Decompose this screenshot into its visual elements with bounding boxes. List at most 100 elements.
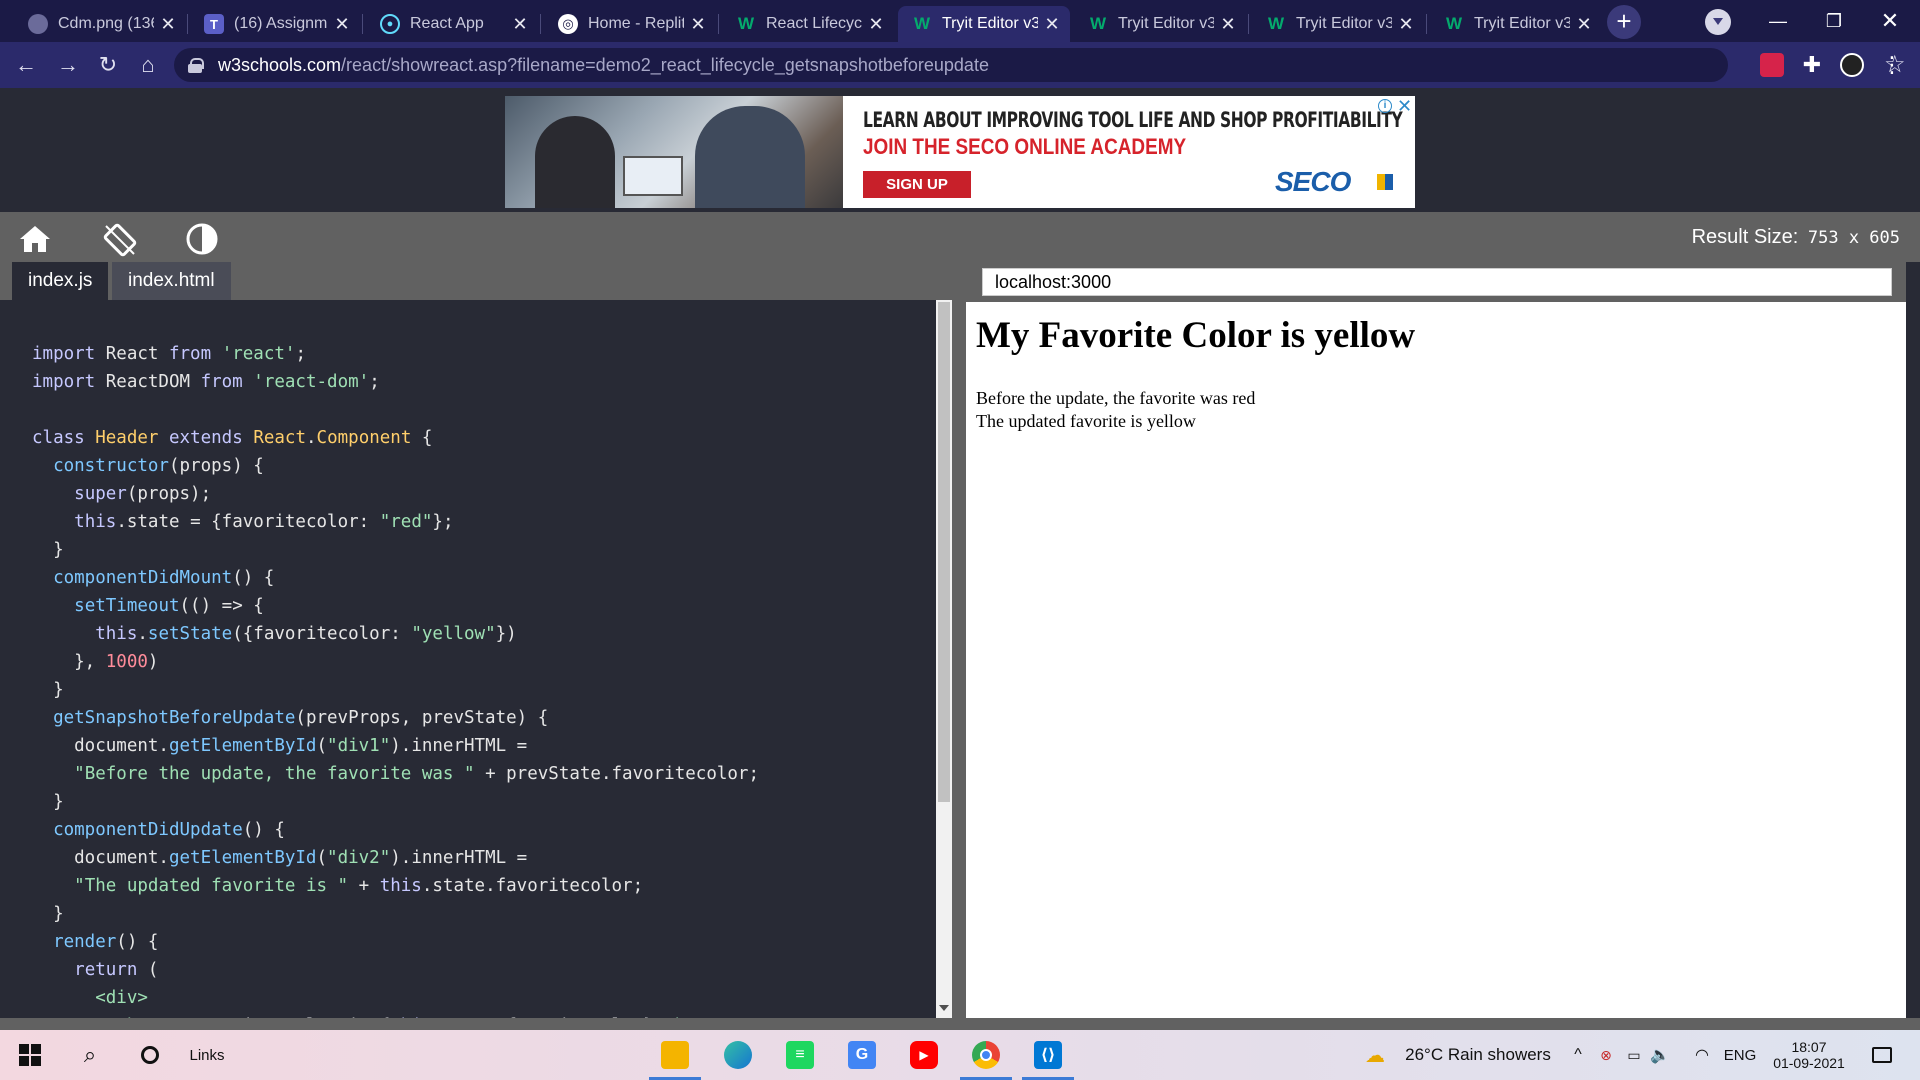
close-tab-icon[interactable]: ✕ xyxy=(160,14,176,35)
clock[interactable]: 18:07 01-09-2021 xyxy=(1764,1030,1854,1080)
tab-separator xyxy=(540,14,541,34)
ad-close-icon[interactable]: ✕ xyxy=(1397,96,1412,117)
home-icon[interactable] xyxy=(18,222,52,256)
tab-index-html[interactable]: index.html xyxy=(112,262,231,300)
translate-icon: G xyxy=(848,1041,876,1069)
folder-icon xyxy=(661,1041,689,1069)
adchoices-info-icon[interactable]: i xyxy=(1378,99,1392,113)
minimize-icon[interactable]: — xyxy=(1750,0,1806,42)
spotify-icon: ≡ xyxy=(786,1041,814,1069)
back-icon[interactable]: ← xyxy=(10,49,42,81)
browser-tab-react-lifecycle[interactable]: W React Lifecycle ✕ xyxy=(722,6,894,42)
close-tab-icon[interactable]: ✕ xyxy=(334,14,350,35)
forward-icon[interactable]: → xyxy=(52,49,84,81)
close-tab-icon[interactable]: ✕ xyxy=(1398,14,1414,35)
ad-logo-mark xyxy=(1377,174,1393,190)
result-address-bar: localhost:3000 xyxy=(982,268,1892,296)
edge-icon xyxy=(724,1041,752,1069)
browser-tab-tryit-active[interactable]: W Tryit Editor v3. ✕ xyxy=(898,6,1070,42)
close-tab-icon[interactable]: ✕ xyxy=(512,14,528,35)
close-tab-icon[interactable]: ✕ xyxy=(1576,14,1592,35)
notifications-icon[interactable] xyxy=(1862,1030,1902,1080)
battery-icon[interactable]: ▭ xyxy=(1622,1030,1646,1080)
taskbar-vscode[interactable]: ⟨⟩ xyxy=(1018,1030,1078,1080)
tab-separator xyxy=(1426,14,1427,34)
w3schools-icon: W xyxy=(1267,14,1285,33)
taskbar-edge[interactable] xyxy=(708,1030,768,1080)
theme-contrast-icon[interactable] xyxy=(185,222,219,256)
browser-menu-icon[interactable]: ⋮ xyxy=(1880,53,1904,77)
home-svg xyxy=(20,226,50,252)
browser-tab-tryit-2[interactable]: W Tryit Editor v3. ✕ xyxy=(1074,6,1246,42)
browser-tab-teams[interactable]: T (16) Assignme ✕ xyxy=(190,6,360,42)
weather-text[interactable]: 26°C Rain showers xyxy=(1398,1030,1558,1080)
advertisement-banner[interactable]: LEARN ABOUT IMPROVING TOOL LIFE AND SHOP… xyxy=(505,96,1415,208)
w3schools-icon: W xyxy=(737,14,755,33)
ad-signup-button[interactable]: SIGN UP xyxy=(863,171,971,198)
url-path: /react/showreact.asp?filename=demo2_reac… xyxy=(341,54,989,75)
ad-photo xyxy=(505,96,843,208)
extensions-puzzle-icon[interactable]: ✚ xyxy=(1800,53,1824,77)
volume-icon[interactable]: 🔈 xyxy=(1648,1030,1672,1080)
tab-search-icon[interactable] xyxy=(1705,9,1731,35)
close-tab-icon[interactable]: ✕ xyxy=(1044,14,1060,35)
result-panel: localhost:3000 My Favorite Color is yell… xyxy=(966,262,1906,1018)
browser-tab-tryit-4[interactable]: W Tryit Editor v3. ✕ xyxy=(1430,6,1602,42)
cortana-icon[interactable] xyxy=(130,1030,170,1080)
new-tab-button[interactable]: + xyxy=(1607,5,1641,39)
browser-tab-replit[interactable]: ◎ Home - Replit ✕ xyxy=(544,6,716,42)
address-bar[interactable]: w3schools.com /react/showreact.asp?filen… xyxy=(174,48,1906,82)
taskbar-chrome[interactable] xyxy=(956,1030,1016,1080)
browser-tab-strip: Cdm.png (136 ✕ T (16) Assignme ✕ ● React… xyxy=(0,0,1920,42)
tryit-bottom-strip xyxy=(0,1018,1920,1030)
ad-headline: LEARN ABOUT IMPROVING TOOL LIFE AND SHOP… xyxy=(863,108,1403,132)
tray-chevron-icon[interactable]: ^ xyxy=(1566,1030,1590,1080)
scrollbar-thumb[interactable] xyxy=(938,302,950,802)
editor-scrollbar[interactable] xyxy=(936,300,952,1018)
tab-title: (16) Assignme xyxy=(234,15,328,32)
close-tab-icon[interactable]: ✕ xyxy=(1220,14,1236,35)
windows-start-icon[interactable] xyxy=(10,1030,50,1080)
scroll-down-arrow-icon[interactable] xyxy=(939,1005,949,1016)
taskbar-file-explorer[interactable] xyxy=(645,1030,705,1080)
result-size: Result Size: 753 x 605 xyxy=(1692,226,1900,249)
tryit-toolbar: Result Size: 753 x 605 xyxy=(0,212,1920,262)
wifi-icon[interactable]: ◠ xyxy=(1690,1030,1714,1080)
globe-icon xyxy=(28,14,48,34)
search-icon[interactable]: ⌕ xyxy=(70,1030,110,1080)
teams-icon: T xyxy=(204,14,224,34)
taskbar-spotify[interactable]: ≡ xyxy=(770,1030,830,1080)
close-window-icon[interactable]: ✕ xyxy=(1862,0,1918,42)
tab-title: Tryit Editor v3. * xyxy=(1296,15,1392,32)
tab-title: React Lifecycle xyxy=(766,15,862,32)
weather-icon[interactable]: ☁ xyxy=(1360,1030,1390,1080)
taskbar-youtube[interactable]: ▶ xyxy=(894,1030,954,1080)
youtube-icon: ▶ xyxy=(910,1041,938,1069)
links-toolbar[interactable]: Links xyxy=(182,1030,232,1080)
tray-app-icon[interactable]: ⊗ xyxy=(1594,1030,1618,1080)
result-heading: My Favorite Color is yellow xyxy=(976,315,1416,356)
pane-divider[interactable] xyxy=(952,262,966,1018)
tab-index-js[interactable]: index.js xyxy=(12,262,109,300)
close-tab-icon[interactable]: ✕ xyxy=(868,14,884,35)
code-editor[interactable]: import React from 'react'; import ReactD… xyxy=(12,300,936,1018)
ad-area: LEARN ABOUT IMPROVING TOOL LIFE AND SHOP… xyxy=(0,88,1920,212)
home-icon[interactable]: ⌂ xyxy=(132,49,164,81)
taskbar-translate[interactable]: G xyxy=(832,1030,892,1080)
editor-tabs: index.js index.html xyxy=(0,262,960,300)
w3schools-icon: W xyxy=(1445,14,1463,33)
language-indicator[interactable]: ENG xyxy=(1718,1030,1762,1080)
browser-tab-tryit-3[interactable]: W Tryit Editor v3. * ✕ xyxy=(1252,6,1424,42)
browser-tab-react-app[interactable]: ● React App ✕ xyxy=(366,6,538,42)
profile-avatar[interactable] xyxy=(1840,53,1864,77)
react-icon: ● xyxy=(380,14,400,34)
browser-tab-cdm[interactable]: Cdm.png (136 ✕ xyxy=(14,6,186,42)
restore-icon[interactable]: ❐ xyxy=(1806,0,1862,42)
lock-icon xyxy=(188,58,204,73)
reload-icon[interactable]: ↻ xyxy=(92,49,124,81)
rotate-layout-icon[interactable] xyxy=(102,222,137,257)
tab-title: Tryit Editor v3. xyxy=(1474,15,1570,32)
close-tab-icon[interactable]: ✕ xyxy=(690,14,706,35)
pocket-extension-icon[interactable] xyxy=(1760,53,1784,77)
windows-taskbar: ⌕ Links ≡ G ▶ ⟨⟩ ☁ 26°C Rain showers ^ ⊗… xyxy=(0,1030,1920,1080)
